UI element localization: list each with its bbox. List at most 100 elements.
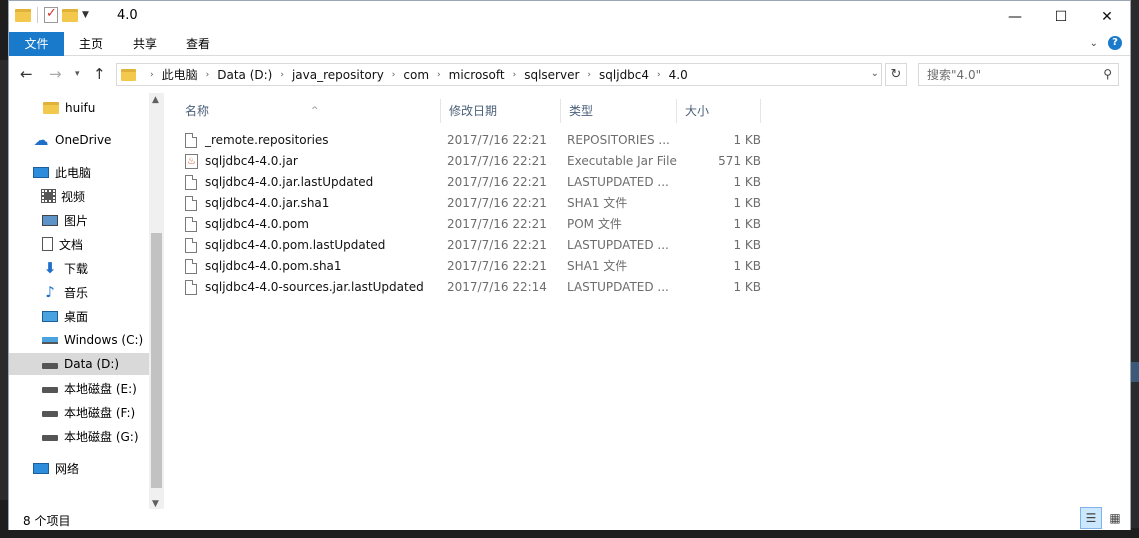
new-folder-icon[interactable] [62, 8, 78, 22]
address-history-chevron-icon[interactable]: ⌄ [871, 68, 879, 79]
large-icons-view-icon[interactable]: ▦ [1104, 507, 1126, 529]
file-name: sqljdbc4-4.0-sources.jar.lastUpdated [205, 280, 424, 294]
breadcrumb-data-drive[interactable]: Data (D:) [217, 68, 272, 82]
help-icon[interactable]: ? [1108, 36, 1122, 50]
close-button[interactable]: ✕ [1084, 1, 1130, 32]
sidebar-item-music[interactable]: ♪ 音乐 [9, 281, 149, 303]
sidebar-item-documents[interactable]: 文档 [9, 233, 149, 255]
file-date: 2017/7/16 22:21 [447, 175, 547, 189]
background-terminal-right [1131, 0, 1139, 528]
folder-icon [43, 102, 59, 114]
breadcrumb-separator-icon[interactable]: › [657, 70, 661, 80]
search-icon[interactable]: ⚲ [1103, 67, 1112, 81]
minimize-button[interactable]: — [992, 1, 1038, 32]
file-row[interactable]: sqljdbc4-4.0-sources.jar.lastUpdated 201… [177, 277, 777, 298]
scroll-up-chevron-icon[interactable]: ▲ [152, 95, 159, 105]
document-icon [42, 237, 53, 251]
tab-file[interactable]: 文件 [9, 32, 64, 56]
music-icon: ♪ [45, 283, 55, 301]
details-view-icon[interactable]: ☰ [1080, 507, 1102, 529]
customize-toolbar-chevron-icon[interactable]: ▼ [82, 10, 89, 20]
drive-icon [42, 387, 58, 393]
drive-icon [42, 435, 58, 441]
refresh-icon[interactable]: ↻ [885, 63, 907, 86]
file-type: LASTUPDATED ... [567, 280, 669, 294]
file-date: 2017/7/16 22:21 [447, 217, 547, 231]
sidebar-item-label: 音乐 [64, 285, 89, 300]
breadcrumb-com[interactable]: com [403, 68, 429, 82]
properties-icon[interactable] [44, 6, 58, 23]
file-row[interactable]: sqljdbc4-4.0.pom.sha1 2017/7/16 22:21 SH… [177, 256, 777, 277]
sidebar-item-network[interactable]: 网络 [9, 457, 149, 479]
sidebar-item-onedrive[interactable]: ☁ OneDrive [9, 129, 149, 151]
breadcrumb-separator-icon[interactable]: › [392, 70, 396, 80]
search-input[interactable] [927, 67, 1087, 82]
sidebar-scrollbar[interactable]: ▲ ▼ [149, 93, 164, 511]
file-row[interactable]: sqljdbc4-4.0.jar.sha1 2017/7/16 22:21 SH… [177, 193, 777, 214]
file-icon [185, 196, 197, 211]
breadcrumb-separator-icon[interactable]: › [437, 70, 441, 80]
breadcrumb-separator-icon[interactable]: › [206, 70, 210, 80]
scrollbar-thumb[interactable] [151, 233, 162, 488]
download-icon: ⬇ [43, 259, 57, 277]
file-type: SHA1 文件 [567, 259, 628, 273]
address-bar[interactable]: › 此电脑 › Data (D:) › java_repository › co… [116, 63, 882, 86]
tab-view[interactable]: 查看 [174, 32, 222, 56]
cloud-icon: ☁ [33, 131, 49, 149]
sidebar-item-downloads[interactable]: ⬇ 下载 [9, 257, 149, 279]
tab-home[interactable]: 主页 [67, 32, 115, 56]
file-row[interactable]: sqljdbc4-4.0.pom.lastUpdated 2017/7/16 2… [177, 235, 777, 256]
file-row[interactable]: sqljdbc4-4.0.pom 2017/7/16 22:21 POM 文件 … [177, 214, 777, 235]
breadcrumb-separator-icon[interactable]: › [280, 70, 284, 80]
sidebar-item-local-disk-f[interactable]: 本地磁盘 (F:) [9, 401, 149, 423]
view-toggle: ☰ ▦ [1080, 507, 1126, 529]
desktop-icon [42, 310, 58, 322]
up-arrow-icon[interactable]: ↑ [93, 65, 106, 83]
file-row[interactable]: sqljdbc4-4.0.jar.lastUpdated 2017/7/16 2… [177, 172, 777, 193]
file-name: sqljdbc4-4.0.pom.sha1 [205, 259, 342, 273]
maximize-button[interactable]: ☐ [1038, 1, 1084, 32]
file-row[interactable]: ♨ sqljdbc4-4.0.jar 2017/7/16 22:21 Execut… [177, 151, 777, 172]
expand-ribbon-chevron-icon[interactable]: ⌄ [1090, 38, 1098, 49]
breadcrumb-java-repository[interactable]: java_repository [292, 68, 384, 82]
column-header-type[interactable]: 类型 [561, 99, 677, 123]
file-size: 1 KB [733, 259, 761, 273]
file-row[interactable]: _remote.repositories 2017/7/16 22:21 REP… [177, 130, 777, 151]
back-arrow-icon[interactable]: ← [20, 65, 33, 83]
breadcrumb-sqljdbc4[interactable]: sqljdbc4 [599, 68, 649, 82]
sidebar-item-local-disk-e[interactable]: 本地磁盘 (E:) [9, 377, 149, 399]
breadcrumb-separator-icon[interactable]: › [513, 70, 517, 80]
file-type: SHA1 文件 [567, 196, 628, 210]
column-header-size[interactable]: 大小 [677, 99, 761, 123]
scroll-down-chevron-icon[interactable]: ▼ [152, 499, 159, 509]
file-list: 名称 ^ 修改日期 类型 大小 _remote.repositories 201… [177, 93, 1117, 511]
breadcrumb-separator-icon[interactable]: › [587, 70, 591, 80]
recent-locations-chevron-icon[interactable]: ▾ [75, 69, 80, 79]
file-name: sqljdbc4-4.0.jar.sha1 [205, 196, 330, 210]
search-box[interactable]: ⚲ [918, 63, 1119, 86]
breadcrumb-4-0[interactable]: 4.0 [669, 68, 688, 82]
column-header-date[interactable]: 修改日期 [441, 99, 561, 123]
breadcrumb-this-pc[interactable]: 此电脑 [162, 66, 198, 83]
sidebar-item-local-disk-g[interactable]: 本地磁盘 (G:) [9, 425, 149, 447]
sidebar-item-data-d[interactable]: Data (D:) [9, 353, 149, 375]
sidebar-item-this-pc[interactable]: 此电脑 [9, 161, 149, 183]
breadcrumb-microsoft[interactable]: microsoft [449, 68, 505, 82]
folder-icon[interactable] [15, 8, 31, 22]
file-date: 2017/7/16 22:21 [447, 133, 547, 147]
breadcrumb-sqlserver[interactable]: sqlserver [524, 68, 579, 82]
toolbar-separator [37, 7, 38, 23]
column-header-name[interactable]: 名称 ^ [177, 99, 441, 123]
forward-arrow-icon[interactable]: → [49, 65, 62, 83]
sidebar-item-label: 图片 [64, 213, 89, 228]
sidebar-item-videos[interactable]: 视频 [9, 185, 149, 207]
sidebar-item-desktop[interactable]: 桌面 [9, 305, 149, 327]
sidebar-item-windows-c[interactable]: Windows (C:) [9, 329, 149, 351]
windows-drive-icon [42, 336, 58, 344]
file-explorer-window: ▼ 4.0 — ☐ ✕ 文件 主页 共享 查看 ⌄ ? ← → ▾ ↑ › 此电… [8, 0, 1131, 530]
breadcrumb-separator-icon[interactable]: › [150, 70, 154, 80]
tab-share[interactable]: 共享 [121, 32, 169, 56]
sidebar-item-huifu[interactable]: huifu [9, 97, 149, 119]
file-icon [185, 133, 197, 148]
sidebar-item-pictures[interactable]: 图片 [9, 209, 149, 231]
